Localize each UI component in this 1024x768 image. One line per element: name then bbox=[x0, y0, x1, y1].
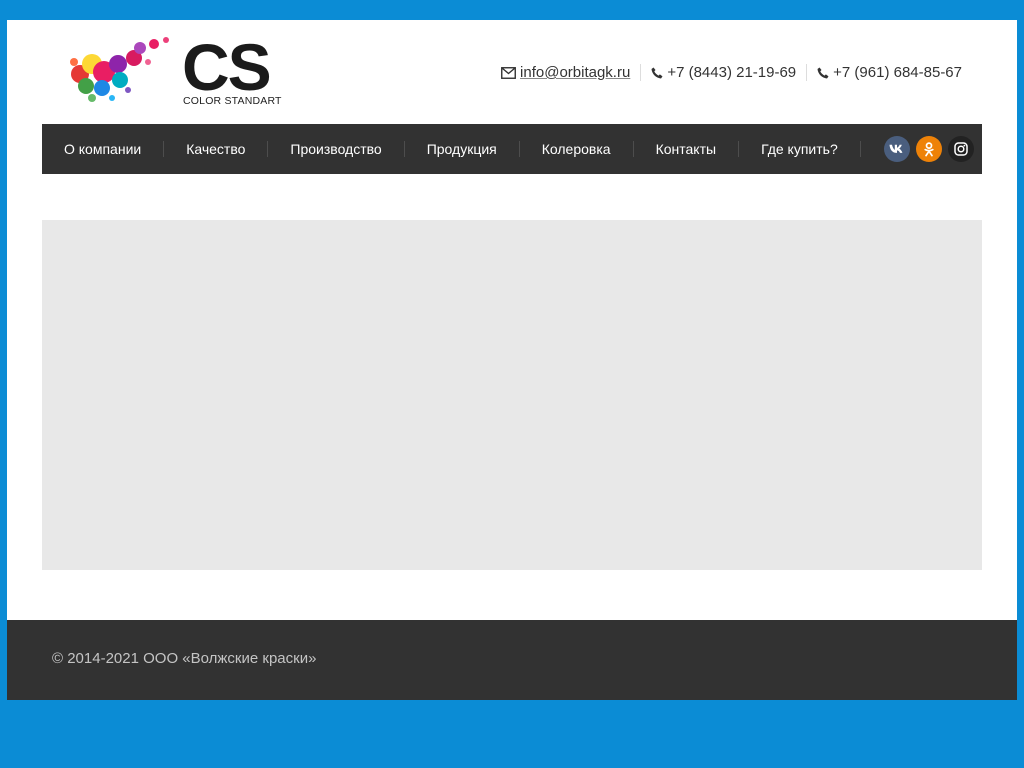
site-header: CS COLOR STANDART info@orbitagk.ru +7 (8… bbox=[7, 20, 1017, 124]
nav-item-contacts[interactable]: Контакты bbox=[634, 141, 740, 157]
hero-banner-placeholder bbox=[42, 220, 982, 570]
phone-icon bbox=[817, 67, 829, 78]
copyright-text: © 2014-2021 ООО «Волжские краски» bbox=[52, 650, 317, 667]
nav-item-about[interactable]: О компании bbox=[42, 141, 165, 157]
email-link[interactable]: info@orbitagk.ru bbox=[520, 64, 630, 81]
site-footer: © 2014-2021 ООО «Волжские краски» bbox=[7, 620, 1017, 700]
site-logo[interactable]: CS COLOR STANDART bbox=[62, 34, 292, 112]
page: CS COLOR STANDART info@orbitagk.ru +7 (8… bbox=[7, 20, 1017, 700]
nav-item-production[interactable]: Производство bbox=[268, 141, 405, 157]
envelope-icon bbox=[501, 66, 516, 79]
paint-splash-icon bbox=[70, 37, 169, 102]
instagram-icon[interactable] bbox=[948, 136, 974, 162]
phone-number-1[interactable]: +7 (8443) 21-19-69 bbox=[667, 64, 796, 81]
cs-logo-mark: CS bbox=[182, 36, 272, 94]
odnoklassniki-icon[interactable] bbox=[916, 136, 942, 162]
phone-number-2[interactable]: +7 (961) 684-85-67 bbox=[833, 64, 962, 81]
social-links bbox=[884, 136, 974, 162]
nav-item-quality[interactable]: Качество bbox=[164, 141, 269, 157]
main-nav: О компании Качество Производство Продукц… bbox=[42, 124, 982, 174]
email-contact: info@orbitagk.ru bbox=[491, 64, 640, 81]
vk-icon[interactable] bbox=[884, 136, 910, 162]
svg-text:CS: CS bbox=[182, 36, 270, 94]
contacts: info@orbitagk.ru +7 (8443) 21-19-69 +7 (… bbox=[491, 64, 962, 81]
phone-contact-1: +7 (8443) 21-19-69 bbox=[640, 64, 806, 81]
nav-item-tinting[interactable]: Колеровка bbox=[520, 141, 634, 157]
nav-item-where-to-buy[interactable]: Где купить? bbox=[739, 141, 861, 157]
phone-contact-2: +7 (961) 684-85-67 bbox=[806, 64, 962, 81]
nav-items: О компании Качество Производство Продукц… bbox=[42, 124, 861, 174]
phone-icon bbox=[651, 67, 663, 78]
nav-item-products[interactable]: Продукция bbox=[405, 141, 520, 157]
logo-caption: COLOR STANDART bbox=[183, 95, 282, 107]
